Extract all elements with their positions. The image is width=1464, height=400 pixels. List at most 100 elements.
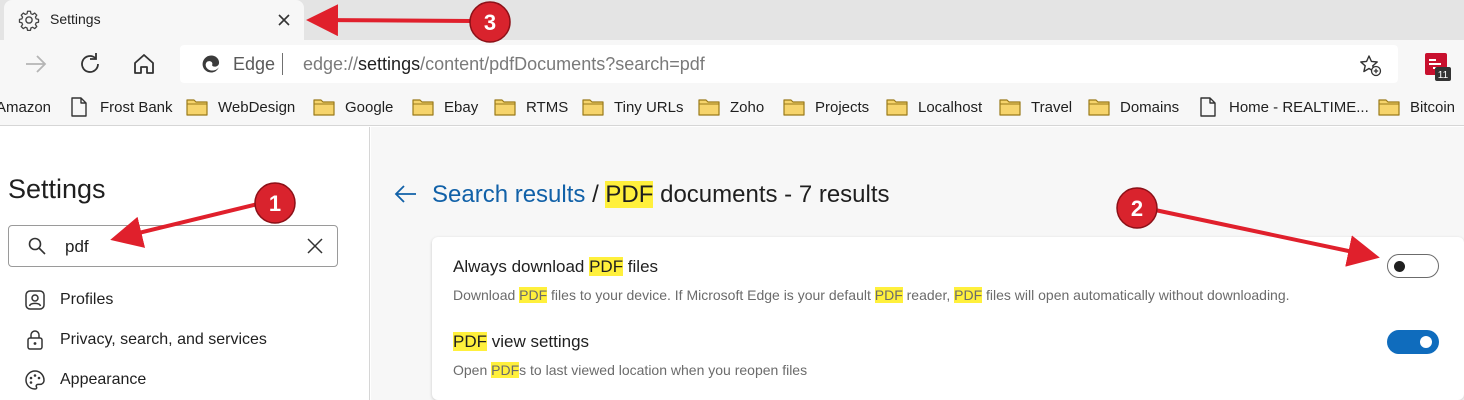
- folder-icon: [886, 99, 908, 116]
- bookmark-label: Ebay: [444, 98, 479, 116]
- tab-settings[interactable]: Settings: [4, 0, 304, 40]
- description-text: Open: [453, 362, 492, 378]
- bookmark-home-realtime[interactable]: Home - REALTIME...: [1197, 96, 1369, 118]
- search-highlight: PDF: [954, 287, 983, 303]
- back-arrow-icon[interactable]: [393, 182, 419, 206]
- title-text: files: [623, 257, 659, 276]
- bookmark-webdesign[interactable]: WebDesign: [186, 96, 295, 118]
- setting-desc-pdf-view-settings: Open PDFs to last viewed location when y…: [453, 362, 807, 378]
- folder-icon: [494, 99, 516, 116]
- page-title: Search results / PDF documents - 7 resul…: [432, 181, 890, 209]
- page-icon: [71, 97, 87, 117]
- bookmark-google[interactable]: Google: [313, 96, 393, 118]
- bookmark-label: Frost Bank: [100, 98, 173, 116]
- pdf-view-settings-toggle[interactable]: [1387, 330, 1439, 354]
- settings-card: Always download PDF files Download PDF f…: [432, 237, 1464, 400]
- toggle-knob: [1394, 261, 1405, 272]
- close-icon[interactable]: [274, 10, 294, 30]
- sidebar-item-profiles[interactable]: Profiles: [24, 288, 113, 312]
- sidebar-item-appearance[interactable]: Appearance: [24, 368, 146, 392]
- search-highlight: PDF: [491, 362, 520, 378]
- bookmark-label: Domains: [1120, 98, 1180, 116]
- search-value[interactable]: pdf: [65, 237, 89, 257]
- toolbar: Edge edge://settings/content/pdfDocument…: [0, 40, 1464, 88]
- bookmark-zoho[interactable]: Zoho: [698, 96, 764, 118]
- search-highlight: PDF: [605, 181, 654, 208]
- sidebar-item-label: Profiles: [60, 291, 114, 308]
- bookmark-rtms[interactable]: RTMS: [494, 96, 568, 118]
- search-highlight: PDF: [874, 287, 903, 303]
- setting-desc-always-download-pdf: Download PDF files to your device. If Mi…: [453, 287, 1290, 303]
- bookmark-label: Home - REALTIME...: [1229, 98, 1369, 116]
- toggle-knob: [1420, 336, 1432, 348]
- clear-search-icon[interactable]: [305, 236, 325, 256]
- bookmark-ebay[interactable]: Ebay: [412, 96, 478, 118]
- url-host: settings: [358, 54, 421, 74]
- bookmark-projects[interactable]: Projects: [783, 96, 869, 118]
- description-text: s to last viewed location when you reope…: [519, 362, 808, 378]
- bookmark-tiny-urls[interactable]: Tiny URLs: [582, 96, 683, 118]
- description-text: files will open automatically without do…: [982, 287, 1290, 303]
- bookmark-frost-bank[interactable]: Frost Bank: [68, 96, 173, 118]
- sidebar-item-privacy[interactable]: Privacy, search, and services: [24, 328, 267, 352]
- setting-title-always-download-pdf: Always download PDF files: [453, 257, 658, 277]
- bookmark-amazon[interactable]: Amazon: [0, 96, 51, 118]
- url-scheme: edge://: [303, 54, 359, 74]
- bookmark-label: Tiny URLs: [614, 98, 684, 116]
- address-separator: [282, 53, 283, 75]
- bookmark-label: Google: [345, 98, 394, 116]
- description-text: Download: [453, 287, 520, 303]
- bookmark-label: Travel: [1031, 98, 1073, 116]
- settings-sidebar: Settings pdf Profiles Privacy, search, a…: [0, 127, 370, 400]
- settings-main: Search results / PDF documents - 7 resul…: [371, 127, 1464, 400]
- title-text: Always download: [453, 257, 590, 276]
- bookmark-domains[interactable]: Domains: [1088, 96, 1179, 118]
- search-icon: [28, 237, 46, 255]
- search-highlight: PDF: [453, 332, 487, 351]
- always-download-pdf-toggle[interactable]: [1387, 254, 1439, 278]
- edge-logo-icon: [202, 55, 220, 73]
- folder-icon: [186, 99, 208, 116]
- settings-search-input[interactable]: pdf: [8, 225, 338, 267]
- bookmarks-bar: Amazon Frost Bank WebDesign Google Ebay …: [0, 88, 1464, 126]
- bookmark-localhost[interactable]: Localhost: [886, 96, 982, 118]
- folder-icon: [999, 99, 1021, 116]
- folder-icon: [698, 99, 720, 116]
- bookmark-label: Bitcoin: [1410, 98, 1456, 116]
- search-highlight: PDF: [589, 257, 624, 276]
- lock-icon: [27, 330, 43, 350]
- tab-title: Settings: [50, 11, 101, 27]
- tab-strip: Settings: [0, 0, 1464, 40]
- title-text: view settings: [487, 332, 590, 351]
- url-path: /content/pdfDocuments?search=pdf: [420, 54, 705, 74]
- description-text: reader,: [902, 287, 955, 303]
- folder-icon: [313, 99, 335, 116]
- bookmark-label: Localhost: [918, 98, 983, 116]
- bookmark-bitcoin[interactable]: Bitcoin: [1378, 96, 1455, 118]
- refresh-icon[interactable]: [76, 50, 104, 78]
- breadcrumb-search-results[interactable]: Search results: [432, 181, 585, 208]
- folder-icon: [783, 99, 805, 116]
- bookmark-label: Projects: [815, 98, 870, 116]
- bookmark-label: Amazon: [0, 98, 52, 116]
- url-text[interactable]: edge://settings/content/pdfDocuments?sea…: [303, 54, 705, 75]
- extension-badge: 11: [1438, 70, 1449, 81]
- sidebar-title: Settings: [8, 174, 106, 204]
- extension-icon[interactable]: 11: [1424, 52, 1452, 82]
- forward-arrow-icon[interactable]: [22, 50, 50, 78]
- bookmark-label: WebDesign: [218, 98, 296, 116]
- page-title-text: documents - 7 results: [653, 181, 890, 208]
- folder-icon: [412, 99, 434, 116]
- bookmark-label: RTMS: [526, 98, 569, 116]
- sidebar-item-label: Privacy, search, and services: [60, 331, 267, 348]
- page-icon: [1200, 97, 1216, 117]
- home-icon[interactable]: [130, 50, 158, 78]
- gear-icon: [18, 10, 40, 31]
- setting-title-pdf-view-settings: PDF view settings: [453, 332, 589, 352]
- search-highlight: PDF: [519, 287, 548, 303]
- bookmark-travel[interactable]: Travel: [999, 96, 1072, 118]
- breadcrumb-separator: /: [585, 181, 606, 208]
- add-favorite-icon[interactable]: [1358, 53, 1382, 77]
- address-bar[interactable]: Edge edge://settings/content/pdfDocument…: [180, 45, 1398, 83]
- edge-label: Edge: [233, 54, 276, 74]
